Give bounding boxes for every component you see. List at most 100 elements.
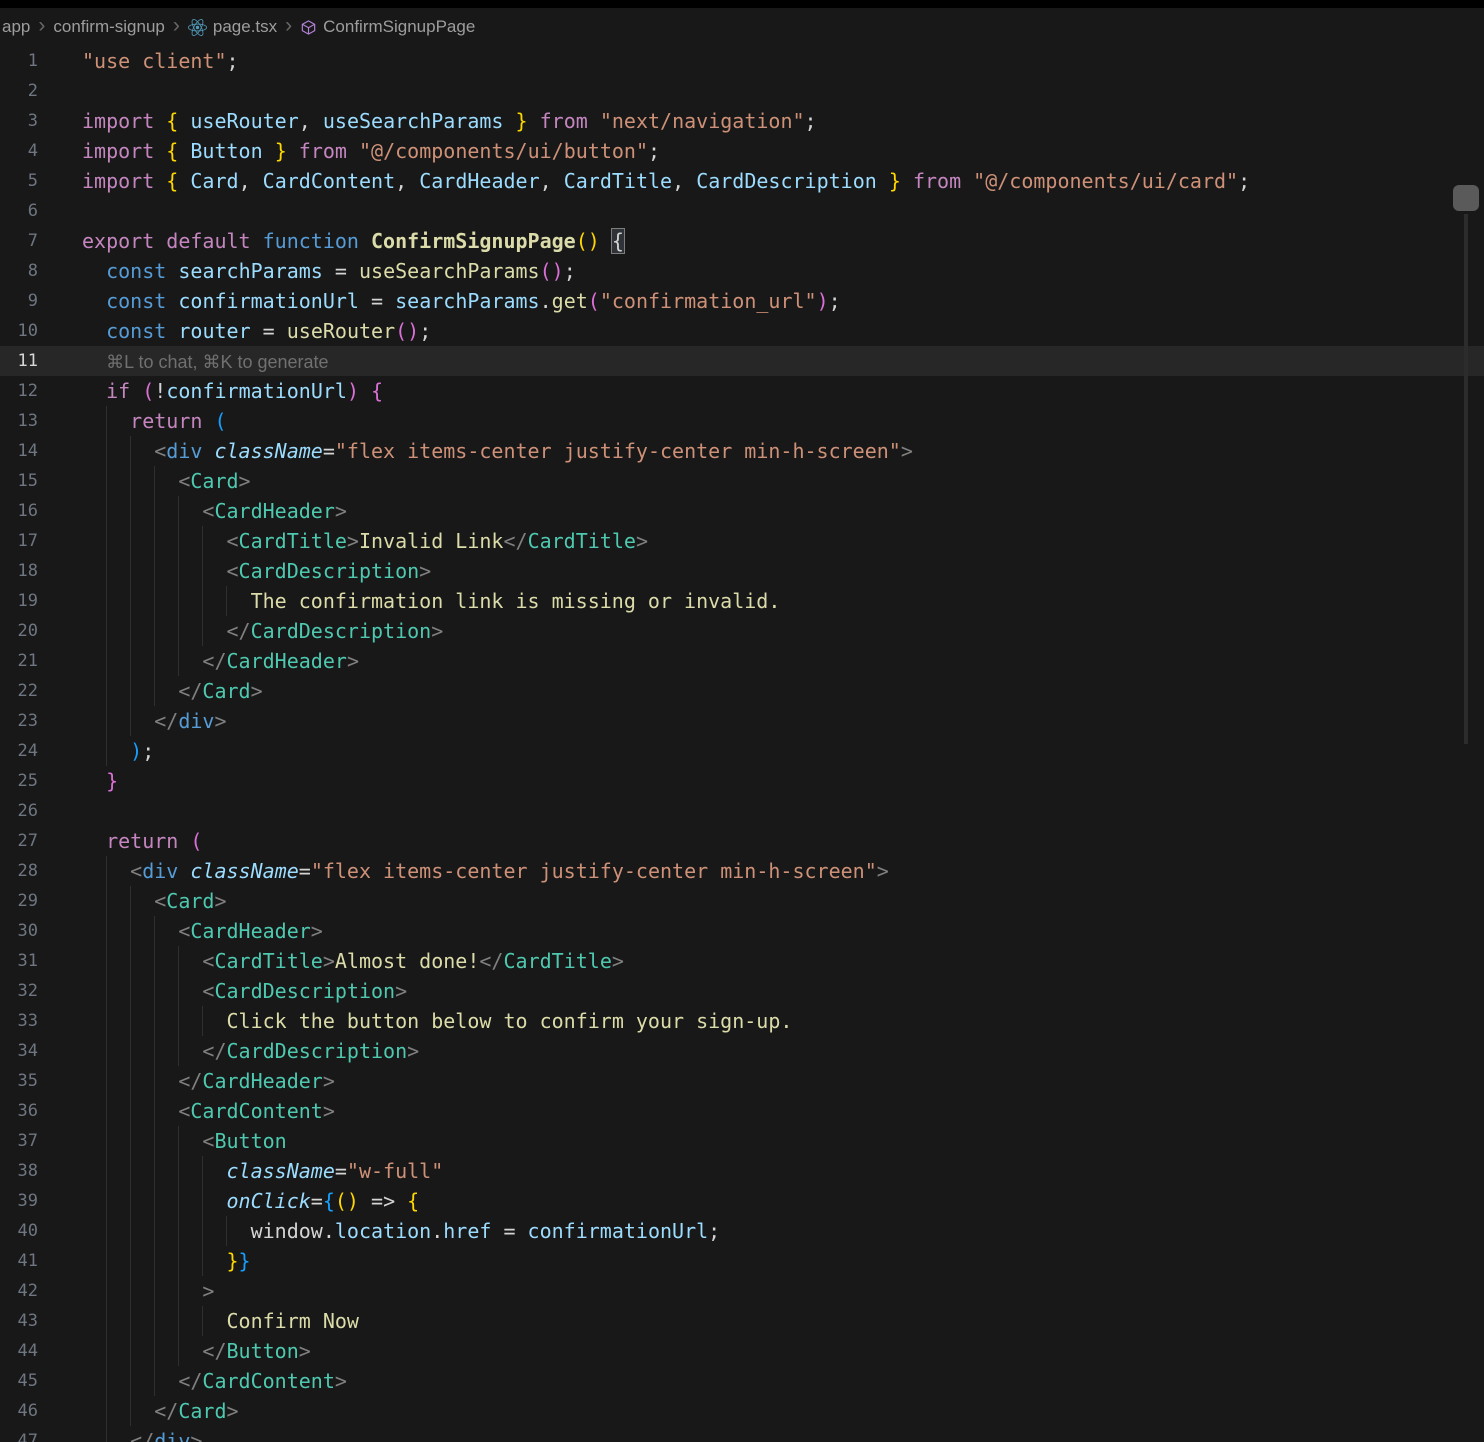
code-line-9[interactable]: 9 const confirmationUrl = searchParams.g… <box>0 286 1484 316</box>
line-number[interactable]: 18 <box>0 556 38 586</box>
line-number[interactable]: 35 <box>0 1066 38 1096</box>
code-line-34[interactable]: 34 </CardDescription> <box>0 1036 1484 1066</box>
line-number[interactable]: 10 <box>0 316 38 346</box>
line-number[interactable]: 2 <box>0 76 38 106</box>
code-line-1[interactable]: 1 "use client"; <box>0 46 1484 76</box>
code-line-14[interactable]: 14 <div className="flex items-center jus… <box>0 436 1484 466</box>
line-number[interactable]: 23 <box>0 706 38 736</box>
code-line-37[interactable]: 37 <Button <box>0 1126 1484 1156</box>
line-number[interactable]: 19 <box>0 586 38 616</box>
line-number[interactable]: 46 <box>0 1396 38 1426</box>
code-line-6[interactable]: 6 <box>0 196 1484 226</box>
line-number[interactable]: 4 <box>0 136 38 166</box>
code-line-36[interactable]: 36 <CardContent> <box>0 1096 1484 1126</box>
line-number[interactable]: 45 <box>0 1366 38 1396</box>
line-number[interactable]: 32 <box>0 976 38 1006</box>
line-number[interactable]: 20 <box>0 616 38 646</box>
code-line-8[interactable]: 8 const searchParams = useSearchParams()… <box>0 256 1484 286</box>
line-number[interactable]: 3 <box>0 106 38 136</box>
code-line-46[interactable]: 46 </Card> <box>0 1396 1484 1426</box>
line-number[interactable]: 34 <box>0 1036 38 1066</box>
line-number[interactable]: 28 <box>0 856 38 886</box>
line-number[interactable]: 7 <box>0 226 38 256</box>
code-line-20[interactable]: 20 </CardDescription> <box>0 616 1484 646</box>
code-line-11[interactable]: 11 ⌘L to chat, ⌘K to generate <box>0 346 1484 376</box>
code-line-27[interactable]: 27 return ( <box>0 826 1484 856</box>
line-number[interactable]: 14 <box>0 436 38 466</box>
line-number[interactable]: 9 <box>0 286 38 316</box>
code-line-30[interactable]: 30 <CardHeader> <box>0 916 1484 946</box>
code-line-5[interactable]: 5 import { Card, CardContent, CardHeader,… <box>0 166 1484 196</box>
line-number[interactable]: 40 <box>0 1216 38 1246</box>
code-line-29[interactable]: 29 <Card> <box>0 886 1484 916</box>
line-number[interactable]: 33 <box>0 1006 38 1036</box>
code-line-35[interactable]: 35 </CardHeader> <box>0 1066 1484 1096</box>
line-number[interactable]: 16 <box>0 496 38 526</box>
code-line-38[interactable]: 38 className="w-full" <box>0 1156 1484 1186</box>
code-line-41[interactable]: 41 }} <box>0 1246 1484 1276</box>
line-number[interactable]: 38 <box>0 1156 38 1186</box>
code-line-43[interactable]: 43 Confirm Now <box>0 1306 1484 1336</box>
line-number[interactable]: 37 <box>0 1126 38 1156</box>
breadcrumb-item-confirmsignuppage[interactable]: ConfirmSignupPage <box>300 17 475 37</box>
line-number[interactable]: 5 <box>0 166 38 196</box>
line-number[interactable]: 11 <box>0 346 38 376</box>
code-line-45[interactable]: 45 </CardContent> <box>0 1366 1484 1396</box>
code-line-12[interactable]: 12 if (!confirmationUrl) { <box>0 376 1484 406</box>
code-line-23[interactable]: 23 </div> <box>0 706 1484 736</box>
code-line-16[interactable]: 16 <CardHeader> <box>0 496 1484 526</box>
code-line-22[interactable]: 22 </Card> <box>0 676 1484 706</box>
line-number[interactable]: 41 <box>0 1246 38 1276</box>
line-number[interactable]: 42 <box>0 1276 38 1306</box>
line-number[interactable]: 26 <box>0 796 38 826</box>
code-line-32[interactable]: 32 <CardDescription> <box>0 976 1484 1006</box>
line-number[interactable]: 43 <box>0 1306 38 1336</box>
code-line-13[interactable]: 13 return ( <box>0 406 1484 436</box>
code-line-31[interactable]: 31 <CardTitle>Almost done!</CardTitle> <box>0 946 1484 976</box>
code-line-24[interactable]: 24 ); <box>0 736 1484 766</box>
line-number[interactable]: 27 <box>0 826 38 856</box>
code-line-39[interactable]: 39 onClick={() => { <box>0 1186 1484 1216</box>
line-number[interactable]: 12 <box>0 376 38 406</box>
line-number[interactable]: 6 <box>0 196 38 226</box>
line-number[interactable]: 15 <box>0 466 38 496</box>
code-token: div <box>142 859 179 883</box>
code-line-18[interactable]: 18 <CardDescription> <box>0 556 1484 586</box>
line-number[interactable]: 44 <box>0 1336 38 1366</box>
line-number[interactable]: 22 <box>0 676 38 706</box>
code-line-4[interactable]: 4 import { Button } from "@/components/ui… <box>0 136 1484 166</box>
line-number[interactable]: 21 <box>0 646 38 676</box>
line-number[interactable]: 39 <box>0 1186 38 1216</box>
code-line-21[interactable]: 21 </CardHeader> <box>0 646 1484 676</box>
code-line-15[interactable]: 15 <Card> <box>0 466 1484 496</box>
code-line-40[interactable]: 40 window.location.href = confirmationUr… <box>0 1216 1484 1246</box>
code-line-44[interactable]: 44 </Button> <box>0 1336 1484 1366</box>
line-number[interactable]: 13 <box>0 406 38 436</box>
code-line-7[interactable]: 7 export default function ConfirmSignupPa… <box>0 226 1484 256</box>
code-line-33[interactable]: 33 Click the button below to confirm you… <box>0 1006 1484 1036</box>
line-number[interactable]: 1 <box>0 46 38 76</box>
scrollbar-thumb[interactable] <box>1453 185 1479 211</box>
breadcrumb-item-confirm-signup[interactable]: confirm-signup <box>53 17 165 37</box>
code-line-2[interactable]: 2 <box>0 76 1484 106</box>
line-number[interactable]: 31 <box>0 946 38 976</box>
line-number[interactable]: 8 <box>0 256 38 286</box>
line-number[interactable]: 47 <box>0 1426 38 1442</box>
code-line-26[interactable]: 26 <box>0 796 1484 826</box>
code-line-25[interactable]: 25 } <box>0 766 1484 796</box>
code-line-10[interactable]: 10 const router = useRouter(); <box>0 316 1484 346</box>
code-line-28[interactable]: 28 <div className="flex items-center jus… <box>0 856 1484 886</box>
code-line-42[interactable]: 42 > <box>0 1276 1484 1306</box>
code-line-3[interactable]: 3 import { useRouter, useSearchParams } f… <box>0 106 1484 136</box>
line-number[interactable]: 24 <box>0 736 38 766</box>
code-line-47[interactable]: 47 </div> <box>0 1426 1484 1442</box>
line-number[interactable]: 17 <box>0 526 38 556</box>
breadcrumb-item-app[interactable]: app <box>2 17 30 37</box>
breadcrumb-item-page.tsx[interactable]: page.tsx <box>187 17 277 37</box>
code-line-19[interactable]: 19 The confirmation link is missing or i… <box>0 586 1484 616</box>
code-line-17[interactable]: 17 <CardTitle>Invalid Link</CardTitle> <box>0 526 1484 556</box>
line-number[interactable]: 36 <box>0 1096 38 1126</box>
line-number[interactable]: 30 <box>0 916 38 946</box>
line-number[interactable]: 29 <box>0 886 38 916</box>
line-number[interactable]: 25 <box>0 766 38 796</box>
